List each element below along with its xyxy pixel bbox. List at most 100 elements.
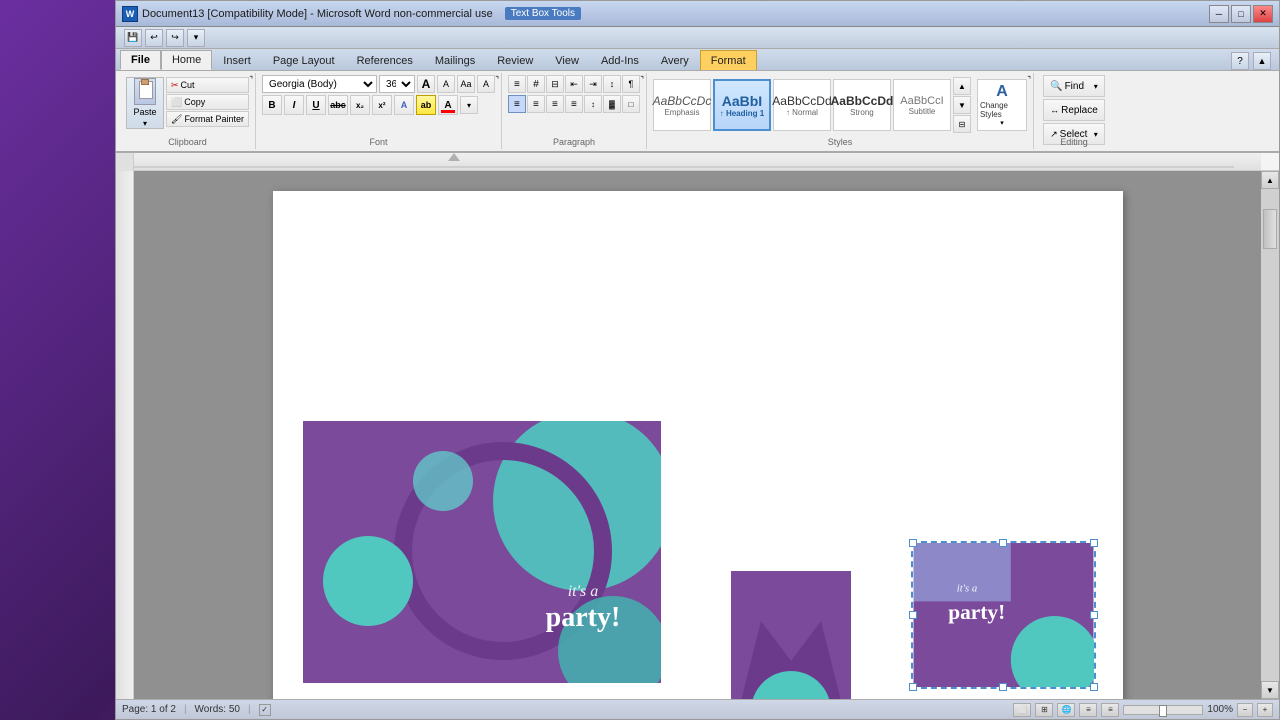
zoom-out-button[interactable]: − [1237,703,1253,717]
align-center-button[interactable]: ≡ [527,95,545,113]
align-right-button[interactable]: ≡ [546,95,564,113]
style-subtitle[interactable]: AaBbCcI Subtitle [893,79,951,131]
copy-button[interactable]: ⬜ Copy [166,94,249,110]
tab-view[interactable]: View [544,50,590,70]
tab-references[interactable]: References [346,50,424,70]
strikethrough-button[interactable]: abc [328,95,348,115]
change-case-button[interactable]: Aa [457,75,475,93]
handle-bm[interactable] [999,683,1007,691]
scroll-track[interactable] [1261,189,1279,681]
tab-insert[interactable]: Insert [212,50,262,70]
bold-button[interactable]: B [262,95,282,115]
text-effects-button[interactable]: A [394,95,414,115]
scroll-up-button[interactable]: ▲ [1261,171,1279,189]
style-heading1[interactable]: AaBbI ↑ Heading 1 [713,79,771,131]
style-normal[interactable]: AaBbCcDd ↑ Normal [773,79,831,131]
italic-button[interactable]: I [284,95,304,115]
tab-format[interactable]: Format [700,50,757,70]
scroll-thumb[interactable] [1263,209,1277,249]
maximize-button[interactable]: □ [1231,5,1251,23]
tab-avery[interactable]: Avery [650,50,700,70]
sort-button[interactable]: ↕ [603,75,621,93]
handle-br[interactable] [1090,683,1098,691]
tab-addins[interactable]: Add-Ins [590,50,650,70]
font-family-select[interactable]: Georgia (Body) [262,75,377,93]
redo-button[interactable]: ↪ [166,29,184,47]
increase-indent-button[interactable]: ⇥ [584,75,602,93]
bullets-button[interactable]: ≡ [508,75,526,93]
find-button[interactable]: 🔍 Find ▾ [1043,75,1105,97]
style-emphasis[interactable]: AaBbCcDc Emphasis [653,79,711,131]
underline-button[interactable]: U [306,95,326,115]
ribbon-collapse[interactable]: ▲ [1253,52,1271,70]
format-painter-button[interactable]: 🖌 Format Painter [166,111,249,127]
handle-tl[interactable] [909,539,917,547]
zoom-in-button[interactable]: + [1257,703,1273,717]
undo-button[interactable]: ↩ [145,29,163,47]
show-formatting-button[interactable]: ¶ [622,75,640,93]
scroll-down-button[interactable]: ▼ [1261,681,1279,699]
close-button[interactable]: ✕ [1253,5,1273,23]
align-left-button[interactable]: ≡ [508,95,526,113]
font-color-dropdown[interactable]: ▾ [460,96,478,114]
styles-expand[interactable]: ⌝ [1027,75,1031,84]
clear-formatting-button[interactable]: A [477,75,495,93]
print-layout-button[interactable]: ⬜ [1013,703,1031,717]
handle-tr[interactable] [1090,539,1098,547]
zoom-thumb[interactable] [1159,705,1167,717]
handle-tm[interactable] [999,539,1007,547]
font-expand[interactable]: ⌝ [495,75,499,84]
party-image-selected[interactable]: it's a party! [911,541,1096,689]
minimize-button[interactable]: ─ [1209,5,1229,23]
justify-button[interactable]: ≡ [565,95,583,113]
replace-button[interactable]: ↔ Replace [1043,99,1105,121]
multilevel-list-button[interactable]: ⊟ [546,75,564,93]
change-styles-button[interactable]: A Change Styles ▾ [977,79,1027,131]
tab-file[interactable]: File [120,50,161,70]
handle-mr[interactable] [1090,611,1098,619]
paragraph-expand[interactable]: ⌝ [640,75,644,84]
styles-scroll-up[interactable]: ▲ [953,77,971,95]
change-styles-section: A Change Styles ▾ [973,79,1027,131]
save-quick-button[interactable]: 💾 [124,29,142,47]
borders-button[interactable]: □ [622,95,640,113]
handle-bl[interactable] [909,683,917,691]
line-spacing-button[interactable]: ↕ [584,95,602,113]
outline-button[interactable]: ≡ [1079,703,1097,717]
editing-label: Editing [1060,137,1088,147]
paste-button[interactable]: Paste ▾ [126,77,164,129]
font-color-button[interactable]: A [438,95,458,115]
highlight-button[interactable]: ab [416,95,436,115]
style-strong[interactable]: AaBbCcDd Strong [833,79,891,131]
paste-dropdown[interactable]: ▾ [143,119,147,128]
customize-quick-access[interactable]: ▾ [187,29,205,47]
font-size-select[interactable]: 36 [379,75,415,93]
shading-button[interactable]: ▓ [603,95,621,113]
tab-mailings[interactable]: Mailings [424,50,486,70]
shrink-font-button[interactable]: A [437,75,455,93]
superscript-button[interactable]: x² [372,95,392,115]
spelling-check-indicator[interactable]: ✓ [259,704,271,716]
numbering-button[interactable]: # [527,75,545,93]
handle-ml[interactable] [909,611,917,619]
decrease-indent-button[interactable]: ⇤ [565,75,583,93]
styles-scroll-buttons: ▲ ▼ ⊟ [953,77,971,133]
vertical-ruler[interactable] [116,171,134,699]
para-row1: ≡ # ⊟ ⇤ ⇥ ↕ ¶ [508,75,640,93]
zoom-slider[interactable] [1123,705,1203,715]
full-screen-button[interactable]: ⊞ [1035,703,1053,717]
grow-font-button[interactable]: A [417,75,435,93]
tab-page-layout[interactable]: Page Layout [262,50,346,70]
clipboard-expand[interactable]: ⌝ [249,75,253,84]
draft-button[interactable]: ≡ [1101,703,1119,717]
help-button[interactable]: ? [1231,52,1249,70]
document-scroll-area[interactable]: it's a party! [134,171,1261,699]
cut-button[interactable]: ✂ Cut [166,77,249,93]
horizontal-ruler[interactable] [134,153,1261,170]
styles-scroll-down[interactable]: ▼ [953,96,971,114]
subscript-button[interactable]: x₂ [350,95,370,115]
web-layout-button[interactable]: 🌐 [1057,703,1075,717]
tab-home[interactable]: Home [161,50,212,70]
styles-more[interactable]: ⊟ [953,115,971,133]
tab-review[interactable]: Review [486,50,544,70]
